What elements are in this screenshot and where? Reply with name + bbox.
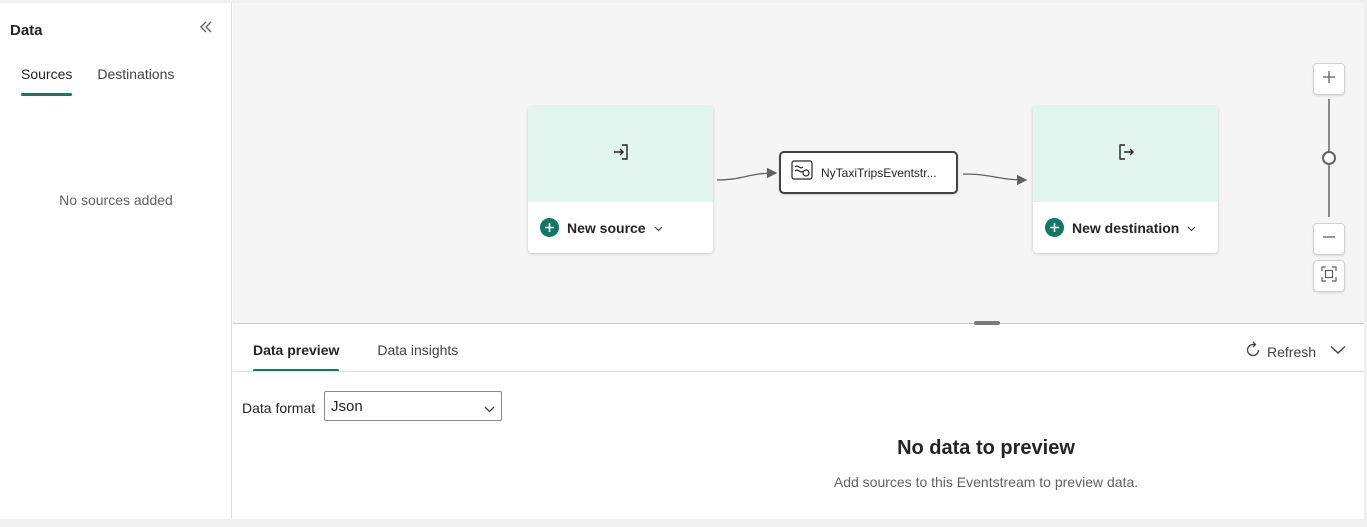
destination-node-header bbox=[1033, 106, 1218, 202]
new-source-label: New source bbox=[567, 219, 646, 236]
minus-icon bbox=[1322, 230, 1336, 249]
data-panel: Data Sources Destinations No sources add… bbox=[0, 3, 232, 519]
chevron-down-icon bbox=[1187, 219, 1196, 237]
preview-tabs: Data preview Data insights bbox=[253, 342, 458, 372]
tab-destinations[interactable]: Destinations bbox=[97, 66, 174, 96]
empty-preview-title: No data to preview bbox=[897, 437, 1075, 459]
zoom-slider-thumb[interactable] bbox=[1322, 151, 1336, 165]
refresh-button[interactable]: Refresh bbox=[1244, 341, 1316, 362]
refresh-icon bbox=[1244, 341, 1262, 362]
source-node: New source bbox=[528, 106, 713, 253]
fit-to-view-button[interactable] bbox=[1313, 260, 1345, 292]
eventstream-label: NyTaxiTripsEventstr... bbox=[821, 165, 937, 180]
new-destination-button[interactable]: New destination bbox=[1033, 202, 1218, 253]
flow-canvas[interactable]: New source NyTaxiTripsEventstr... New de… bbox=[233, 3, 1364, 323]
fit-screen-icon bbox=[1321, 265, 1337, 287]
tab-data-insights[interactable]: Data insights bbox=[377, 342, 458, 372]
new-destination-label: New destination bbox=[1072, 219, 1180, 236]
source-node-header bbox=[528, 106, 713, 202]
collapse-panel-button[interactable] bbox=[196, 20, 216, 38]
data-format-select[interactable]: Json bbox=[324, 391, 502, 421]
zoom-out-button[interactable] bbox=[1313, 223, 1345, 255]
sign-out-icon bbox=[1117, 143, 1135, 166]
data-format-value: Json bbox=[331, 397, 363, 415]
collapse-preview-button[interactable] bbox=[1328, 342, 1348, 360]
zoom-in-button[interactable] bbox=[1313, 63, 1345, 95]
plus-icon bbox=[1322, 70, 1336, 89]
panel-title: Data bbox=[10, 22, 43, 39]
panel-tabs: Sources Destinations bbox=[21, 66, 174, 98]
destination-node: New destination bbox=[1033, 106, 1218, 253]
tab-data-preview[interactable]: Data preview bbox=[253, 342, 340, 372]
chevron-down-icon bbox=[484, 400, 495, 417]
preview-panel: Data preview Data insights Refresh Data … bbox=[233, 321, 1364, 519]
new-source-button[interactable]: New source bbox=[528, 202, 713, 253]
empty-preview-subtitle: Add sources to this Eventstream to previ… bbox=[833, 474, 1139, 490]
chevron-down-icon bbox=[1330, 342, 1346, 360]
double-chevron-left-icon bbox=[199, 20, 213, 38]
data-format-label: Data format bbox=[242, 400, 316, 416]
tab-sources[interactable]: Sources bbox=[21, 66, 73, 96]
tab-divider bbox=[233, 371, 1364, 372]
destination-connector bbox=[962, 173, 1028, 186]
panel-resize-handle[interactable] bbox=[974, 321, 1000, 325]
add-circle-icon bbox=[1045, 218, 1064, 237]
chevron-down-icon bbox=[654, 219, 663, 237]
refresh-label: Refresh bbox=[1267, 343, 1317, 360]
source-connector bbox=[716, 167, 778, 181]
eventstream-node[interactable]: NyTaxiTripsEventstr... bbox=[779, 151, 958, 194]
sign-in-icon bbox=[612, 143, 630, 166]
empty-sources-message: No sources added bbox=[59, 192, 173, 208]
eventstream-icon bbox=[791, 160, 813, 185]
eventstream-editor: Data Sources Destinations No sources add… bbox=[0, 3, 1364, 519]
add-circle-icon bbox=[540, 218, 559, 237]
